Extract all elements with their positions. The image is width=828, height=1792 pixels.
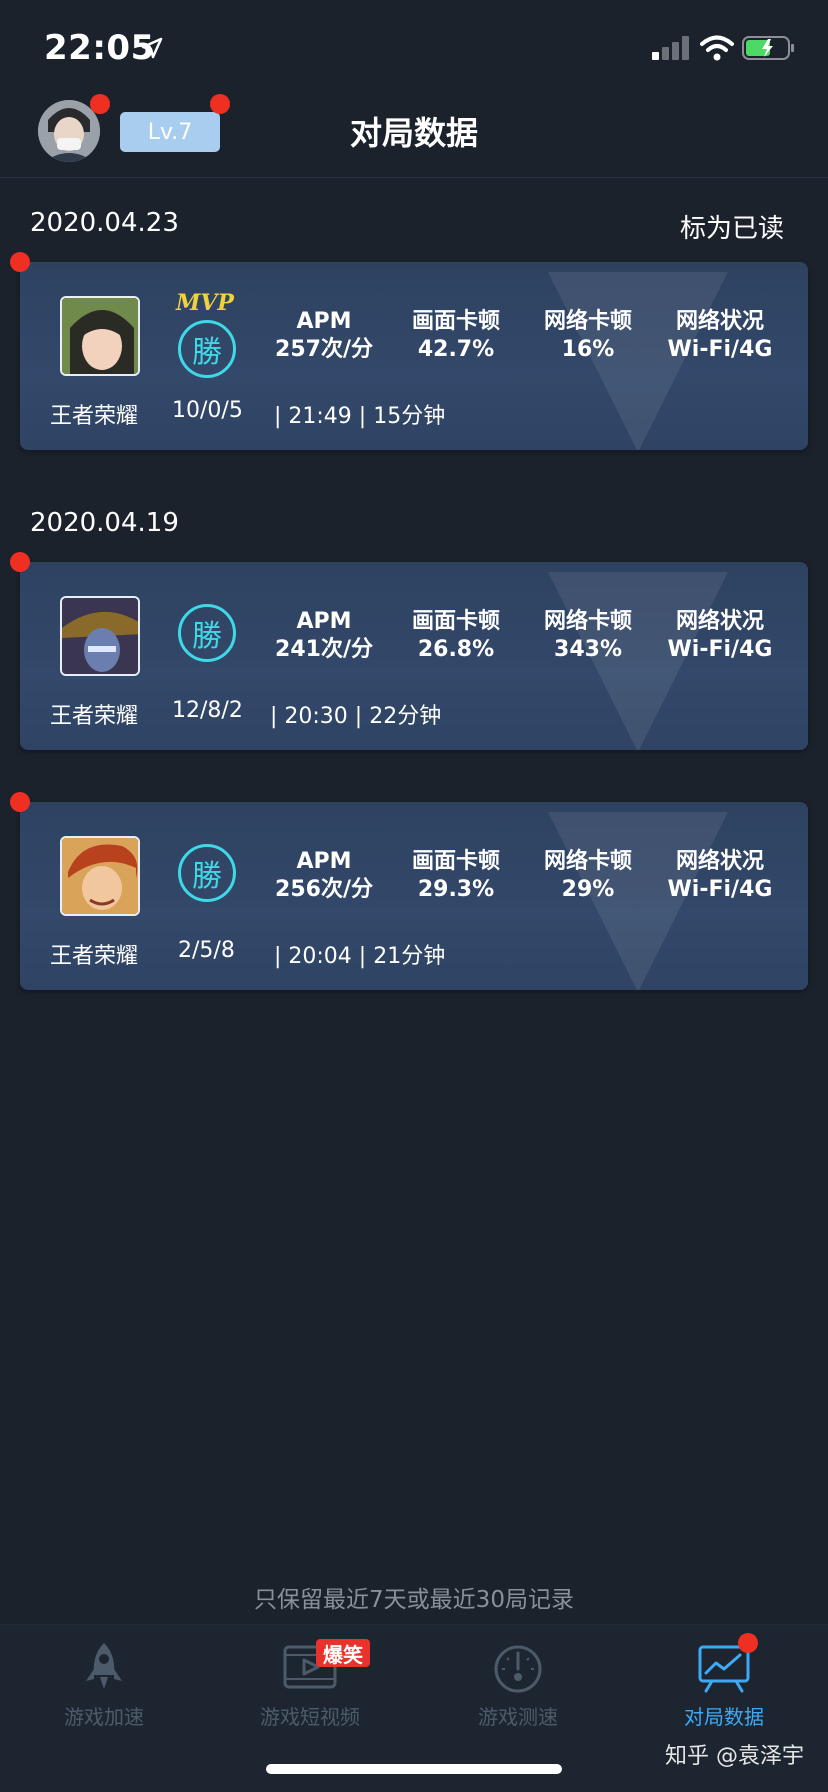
game-name: 王者荣耀 — [50, 704, 139, 729]
location-arrow-icon — [141, 37, 163, 59]
tab-label: 游戏短视频 — [260, 1705, 360, 1729]
kda: 10/0/5 — [172, 398, 243, 423]
hero-avatar-icon — [62, 298, 138, 374]
network-status-value: Wi-Fi/4G — [667, 637, 773, 662]
status-bar: 22:05 — [0, 0, 828, 96]
page-title: 对局数据 — [349, 114, 478, 152]
network-stutter-stat: 网络卡顿 16% — [522, 308, 654, 364]
frame-stutter-stat: 画面卡顿 29.3% — [390, 848, 522, 904]
apm-label: APM — [296, 849, 352, 874]
win-badge: 勝 — [178, 844, 236, 902]
frame-stutter-value: 26.8% — [417, 637, 495, 662]
unread-dot — [10, 792, 30, 812]
apm-label: APM — [296, 609, 352, 634]
watermark: 知乎 @袁泽宇 — [665, 1744, 804, 1769]
kda: 12/8/2 — [172, 698, 243, 723]
apm-label: APM — [296, 309, 352, 334]
hero-avatar-icon — [62, 598, 138, 674]
hero-avatar-icon — [62, 838, 138, 914]
network-status-label: 网络状况 — [675, 849, 764, 874]
network-stutter-stat: 网络卡顿 29% — [522, 848, 654, 904]
frame-stutter-value: 29.3% — [417, 877, 495, 902]
kda: 2/5/8 — [178, 938, 235, 963]
apm-value: 241次/分 — [275, 637, 373, 662]
win-badge: 勝 — [178, 320, 236, 378]
unread-dot — [10, 252, 30, 272]
network-status-label: 网络状况 — [675, 609, 764, 634]
match-card[interactable]: 勝 APM 256次/分 画面卡顿 29.3% 网络卡顿 29% 网络状况 Wi… — [20, 802, 808, 990]
hero-portrait — [60, 596, 140, 676]
cellular-signal-icon — [652, 36, 689, 60]
frame-stutter-label: 画面卡顿 — [411, 849, 500, 874]
tab-label: 对局数据 — [684, 1705, 764, 1729]
match-card[interactable]: 勝 APM 241次/分 画面卡顿 26.8% 网络卡顿 343% 网络状况 W… — [20, 562, 808, 750]
frame-stutter-value: 42.7% — [417, 337, 495, 362]
home-indicator[interactable] — [266, 1764, 562, 1774]
hot-badge: 爆笑 — [316, 1639, 370, 1667]
section-date: 2020.04.23 — [30, 208, 179, 238]
tab-match-data[interactable]: 对局数据 — [644, 1641, 804, 1741]
tab-speed-test[interactable]: 游戏测速 — [438, 1641, 598, 1741]
section-date: 2020.04.19 — [30, 508, 179, 538]
apm-stat: APM 257次/分 — [258, 308, 390, 364]
network-status-stat: 网络状况 Wi-Fi/4G — [654, 848, 786, 904]
network-stutter-value: 343% — [554, 637, 622, 662]
network-stutter-label: 网络卡顿 — [543, 309, 632, 334]
network-stutter-value: 29% — [561, 877, 615, 902]
network-stutter-value: 16% — [561, 337, 615, 362]
match-time: | 20:30 | 22分钟 — [270, 704, 442, 729]
win-badge: 勝 — [178, 604, 236, 662]
apm-value: 256次/分 — [275, 877, 373, 902]
retention-note: 只保留最近7天或最近30局记录 — [254, 1587, 574, 1613]
hero-portrait — [60, 836, 140, 916]
network-status-stat: 网络状况 Wi-Fi/4G — [654, 308, 786, 364]
wifi-icon — [700, 35, 734, 61]
network-status-value: Wi-Fi/4G — [667, 337, 773, 362]
match-time: | 21:49 | 15分钟 — [274, 404, 446, 429]
apm-stat: APM 241次/分 — [258, 608, 390, 664]
game-name: 王者荣耀 — [50, 404, 139, 429]
match-time: | 20:04 | 21分钟 — [274, 944, 446, 969]
apm-stat: APM 256次/分 — [258, 848, 390, 904]
network-status-stat: 网络状况 Wi-Fi/4G — [654, 608, 786, 664]
network-status-value: Wi-Fi/4G — [667, 877, 773, 902]
match-card[interactable]: MVP 勝 APM 257次/分 画面卡顿 42.7% 网络卡顿 16% 网络状… — [20, 262, 808, 450]
mvp-label: MVP — [176, 290, 234, 316]
tab-game-boost[interactable]: 游戏加速 — [24, 1641, 184, 1741]
tab-notification-dot — [738, 1633, 758, 1653]
header: Lv.7 对局数据 — [0, 94, 828, 178]
game-name: 王者荣耀 — [50, 944, 139, 969]
tab-label: 游戏测速 — [478, 1705, 558, 1729]
apm-value: 257次/分 — [275, 337, 373, 362]
network-stutter-label: 网络卡顿 — [543, 849, 632, 874]
frame-stutter-stat: 画面卡顿 26.8% — [390, 608, 522, 664]
network-status-label: 网络状况 — [675, 309, 764, 334]
speedometer-icon — [494, 1645, 542, 1693]
frame-stutter-label: 画面卡顿 — [411, 609, 500, 634]
network-stutter-stat: 网络卡顿 343% — [522, 608, 654, 664]
frame-stutter-stat: 画面卡顿 42.7% — [390, 308, 522, 364]
hero-portrait — [60, 296, 140, 376]
rocket-icon — [86, 1643, 122, 1689]
frame-stutter-label: 画面卡顿 — [411, 309, 500, 334]
unread-dot — [10, 552, 30, 572]
status-time: 22:05 — [44, 28, 155, 68]
network-stutter-label: 网络卡顿 — [543, 609, 632, 634]
battery-charging-icon — [742, 36, 794, 60]
mark-read-button[interactable]: 标为已读 — [680, 208, 784, 245]
tab-label: 游戏加速 — [64, 1705, 144, 1729]
